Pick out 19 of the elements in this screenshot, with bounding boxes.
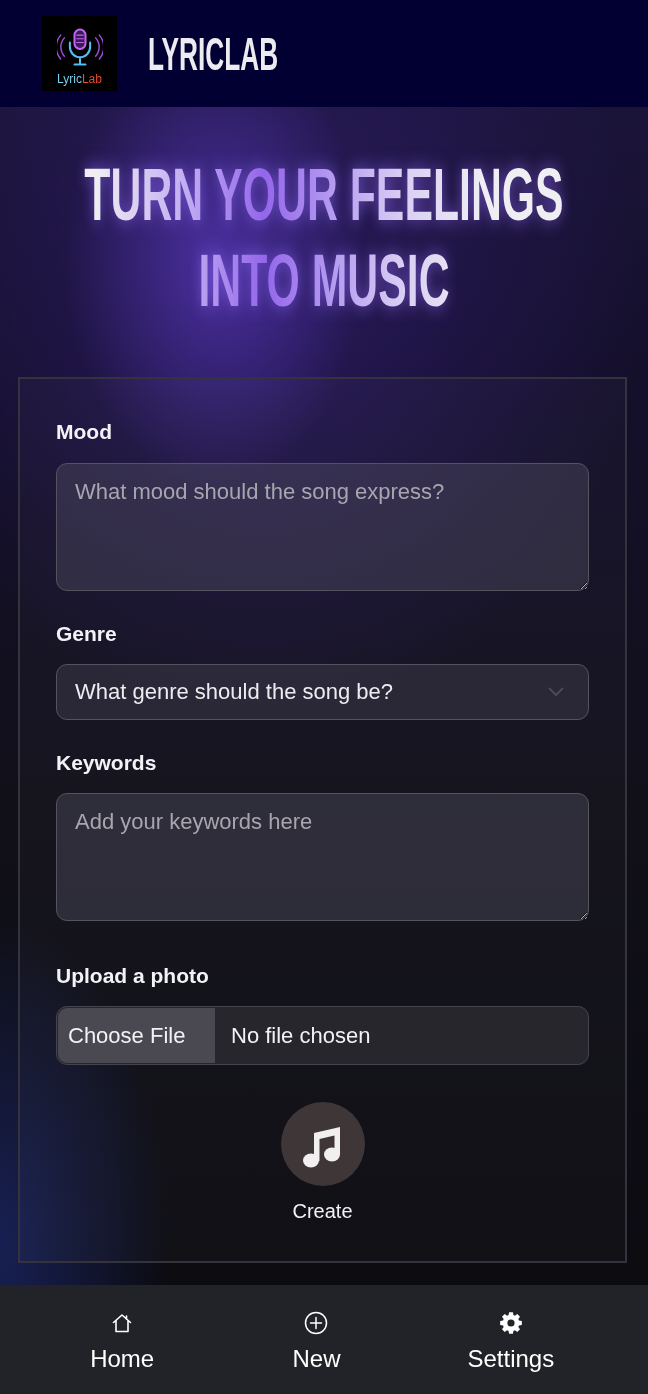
file-upload-field[interactable]: Choose File No file chosen [56,1006,589,1065]
text-area-field[interactable]: What mood should the song express? [56,463,589,591]
app-title: LYRICLAB [148,28,279,79]
genre-select[interactable]: What genre should the song be? [56,664,589,720]
chevron-down-icon [548,687,564,697]
settings-icon [498,1311,523,1335]
nav-button[interactable]: Settings [459,1309,563,1375]
field-label: Upload a photo [56,963,209,989]
field-label: Mood [56,419,112,445]
field-label: Keywords [56,750,157,776]
logo-text: LyricLab [57,72,102,86]
text-area-field[interactable]: Add your keywords here [56,793,589,921]
choose-file-button[interactable]: Choose File [58,1008,215,1063]
plus-circle-icon [304,1311,329,1335]
create-button[interactable]: Create [280,1102,365,1223]
nav-button[interactable]: New [284,1309,349,1375]
field-label: Genre [56,621,117,647]
music-note-icon [280,1102,365,1186]
nav-button[interactable]: Home [82,1309,163,1375]
